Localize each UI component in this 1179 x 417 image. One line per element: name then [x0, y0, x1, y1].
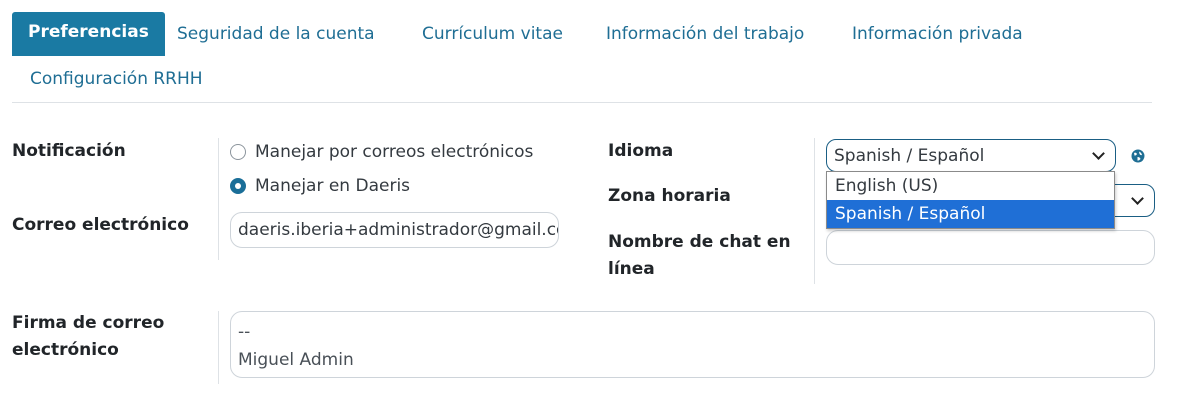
language-option-spanish[interactable]: Spanish / Español — [827, 200, 1114, 228]
language-option-english[interactable]: English (US) — [827, 172, 1114, 200]
radio-button-checked[interactable] — [230, 178, 246, 194]
radio-option-email[interactable]: Manejar por correos electrónicos — [230, 142, 533, 162]
radio-button[interactable] — [230, 144, 246, 160]
globe-icon[interactable] — [1131, 149, 1145, 163]
tab-configuracion-rrhh[interactable]: Configuración RRHH — [30, 67, 203, 91]
signature-label: Firma de correo electrónico — [12, 310, 164, 364]
email-label: Correo electrónico — [12, 215, 189, 235]
chat-name-label-line1: Nombre de chat en — [608, 232, 791, 252]
tab-seguridad[interactable]: Seguridad de la cuenta — [177, 22, 375, 46]
signature-editor[interactable]: -- Miguel Admin — [230, 311, 1155, 378]
notification-label: Notificación — [12, 141, 126, 161]
tabs-divider — [12, 102, 1152, 103]
tab-preferencias[interactable]: Preferencias — [12, 12, 165, 56]
tab-informacion-privada[interactable]: Información privada — [852, 22, 1023, 46]
language-select[interactable]: Spanish / Español — [826, 139, 1116, 172]
chevron-down-icon — [1131, 192, 1144, 205]
chat-name-field[interactable] — [826, 230, 1155, 265]
signature-divider — [218, 311, 219, 384]
tab-curriculum[interactable]: Currículum vitae — [422, 22, 563, 46]
timezone-label: Zona horaria — [608, 186, 731, 206]
signature-label-line1: Firma de correo — [12, 313, 165, 333]
signature-line: -- — [238, 322, 251, 342]
language-dropdown: English (US) Spanish / Español — [826, 171, 1115, 229]
chevron-down-icon — [1092, 147, 1105, 160]
email-field[interactable]: daeris.iberia+administrador@gmail.com — [230, 212, 559, 248]
right-divider — [814, 138, 815, 284]
language-label: Idioma — [608, 141, 674, 161]
left-divider — [218, 138, 219, 260]
chat-name-label-line2: línea — [608, 259, 655, 279]
tab-informacion-trabajo[interactable]: Información del trabajo — [606, 22, 804, 46]
radio-option-daeris[interactable]: Manejar en Daeris — [230, 176, 410, 196]
signature-label-line2: electrónico — [12, 340, 119, 360]
language-selected-value: Spanish / Español — [834, 145, 985, 166]
chat-name-label: Nombre de chat en línea — [608, 229, 791, 283]
radio-label: Manejar por correos electrónicos — [255, 142, 534, 162]
radio-label: Manejar en Daeris — [255, 176, 411, 196]
signature-line: Miguel Admin — [238, 350, 354, 370]
